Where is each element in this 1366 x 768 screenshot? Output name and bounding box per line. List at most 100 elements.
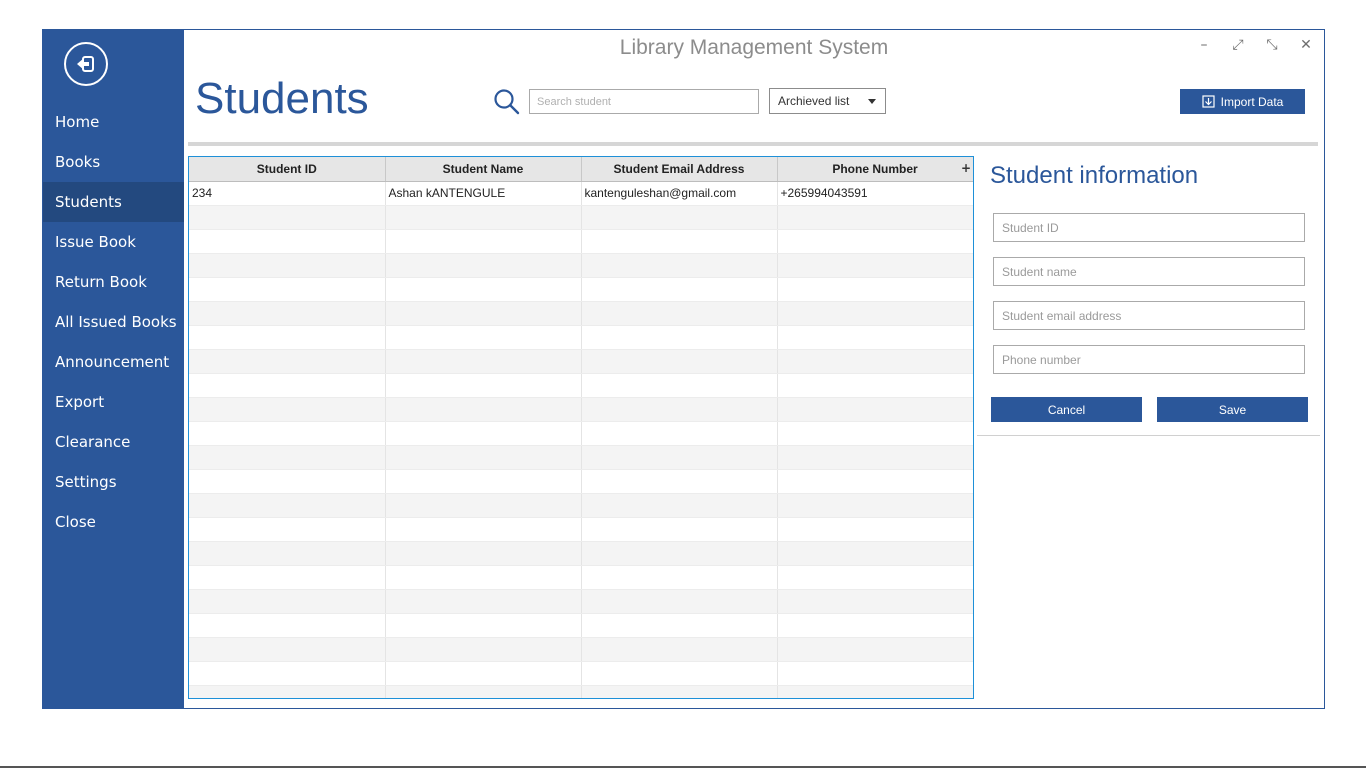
table-cell bbox=[385, 685, 582, 698]
table-cell bbox=[189, 229, 386, 254]
table-cell bbox=[385, 565, 582, 590]
table-row[interactable] bbox=[189, 517, 973, 542]
table-row[interactable] bbox=[189, 589, 973, 614]
table-cell bbox=[777, 229, 973, 254]
minimize-icon[interactable]: – bbox=[1196, 36, 1212, 54]
table-cell bbox=[189, 589, 386, 614]
table-row[interactable]: 234 Ashan kANTENGULE kantenguleshan@gmai… bbox=[189, 181, 973, 206]
student-email-field[interactable] bbox=[993, 301, 1305, 330]
sidebar-item-close[interactable]: Close bbox=[43, 502, 184, 542]
student-id-field[interactable] bbox=[993, 213, 1305, 242]
table-row[interactable] bbox=[189, 325, 973, 350]
table-row[interactable] bbox=[189, 565, 973, 590]
save-button[interactable]: Save bbox=[1157, 397, 1308, 422]
table-cell bbox=[581, 325, 778, 350]
table-row[interactable] bbox=[189, 469, 973, 494]
sidebar-nav: Home Books Students Issue Book Return Bo… bbox=[43, 102, 184, 542]
table-cell bbox=[581, 421, 778, 446]
table-row[interactable] bbox=[189, 397, 973, 422]
table-cell bbox=[777, 637, 973, 662]
table-row[interactable] bbox=[189, 445, 973, 470]
table-cell bbox=[189, 253, 386, 278]
expand-icon[interactable]: ⤢ bbox=[1230, 36, 1246, 54]
table-cell bbox=[385, 421, 582, 446]
column-header-phone[interactable]: Phone Number bbox=[777, 157, 973, 182]
sidebar-item-students[interactable]: Students bbox=[43, 182, 184, 222]
table-row[interactable] bbox=[189, 493, 973, 518]
students-table[interactable]: Student ID Student Name Student Email Ad… bbox=[188, 156, 974, 699]
sidebar-item-settings[interactable]: Settings bbox=[43, 462, 184, 502]
table-cell bbox=[777, 253, 973, 278]
table-cell bbox=[385, 517, 582, 542]
table-cell bbox=[777, 277, 973, 302]
sidebar-item-issue-book[interactable]: Issue Book bbox=[43, 222, 184, 262]
table-cell bbox=[581, 373, 778, 398]
table-cell bbox=[777, 349, 973, 374]
cancel-button[interactable]: Cancel bbox=[991, 397, 1142, 422]
table-cell bbox=[581, 445, 778, 470]
sidebar-item-export[interactable]: Export bbox=[43, 382, 184, 422]
table-cell bbox=[385, 373, 582, 398]
table-row[interactable] bbox=[189, 277, 973, 302]
table-header-row: Student ID Student Name Student Email Ad… bbox=[189, 157, 973, 182]
table-cell bbox=[189, 397, 386, 422]
table-cell bbox=[189, 637, 386, 662]
table-cell bbox=[385, 637, 582, 662]
search-icon[interactable] bbox=[493, 88, 521, 116]
column-header-student-id[interactable]: Student ID bbox=[189, 157, 386, 182]
search-input[interactable] bbox=[529, 89, 759, 114]
download-icon bbox=[1202, 95, 1215, 108]
table-body: 234 Ashan kANTENGULE kantenguleshan@gmai… bbox=[189, 181, 973, 698]
table-row[interactable] bbox=[189, 373, 973, 398]
table-cell bbox=[189, 349, 386, 374]
import-data-button[interactable]: Import Data bbox=[1180, 89, 1305, 114]
column-header-student-name[interactable]: Student Name bbox=[385, 157, 582, 182]
phone-number-field[interactable] bbox=[993, 345, 1305, 374]
table-cell bbox=[189, 613, 386, 638]
table-row[interactable] bbox=[189, 205, 973, 230]
add-column-icon[interactable]: + bbox=[961, 161, 971, 175]
table-row[interactable] bbox=[189, 685, 973, 698]
table-cell bbox=[385, 253, 582, 278]
table-row[interactable] bbox=[189, 637, 973, 662]
table-cell bbox=[581, 517, 778, 542]
table-cell bbox=[777, 301, 973, 326]
table-cell bbox=[581, 493, 778, 518]
table-cell bbox=[385, 229, 582, 254]
table-cell bbox=[385, 277, 582, 302]
table-row[interactable] bbox=[189, 253, 973, 278]
table-cell bbox=[581, 349, 778, 374]
archive-filter-dropdown[interactable]: Archieved list bbox=[769, 88, 886, 114]
sidebar-item-announcement[interactable]: Announcement bbox=[43, 342, 184, 382]
table-cell bbox=[189, 685, 386, 698]
table-row[interactable] bbox=[189, 349, 973, 374]
sidebar-item-books[interactable]: Books bbox=[43, 142, 184, 182]
sidebar-item-clearance[interactable]: Clearance bbox=[43, 422, 184, 462]
table-cell bbox=[581, 541, 778, 566]
table-cell bbox=[581, 637, 778, 662]
app-window: Home Books Students Issue Book Return Bo… bbox=[42, 29, 1325, 709]
table-row[interactable] bbox=[189, 229, 973, 254]
close-icon[interactable]: ✕ bbox=[1298, 36, 1314, 54]
table-cell bbox=[777, 397, 973, 422]
table-row[interactable] bbox=[189, 541, 973, 566]
sidebar-item-home[interactable]: Home bbox=[43, 102, 184, 142]
table-cell bbox=[777, 373, 973, 398]
sidebar-item-return-book[interactable]: Return Book bbox=[43, 262, 184, 302]
table-cell bbox=[777, 205, 973, 230]
back-button[interactable] bbox=[64, 42, 108, 86]
sidebar-item-all-issued-books[interactable]: All Issued Books bbox=[43, 302, 184, 342]
table-row[interactable] bbox=[189, 421, 973, 446]
table-row[interactable] bbox=[189, 661, 973, 686]
table-row[interactable] bbox=[189, 301, 973, 326]
table-cell bbox=[777, 445, 973, 470]
table-row[interactable] bbox=[189, 613, 973, 638]
student-name-field[interactable] bbox=[993, 257, 1305, 286]
column-header-email[interactable]: Student Email Address bbox=[581, 157, 778, 182]
restore-icon[interactable]: ⤡ bbox=[1264, 36, 1280, 54]
table-cell bbox=[581, 469, 778, 494]
table-cell bbox=[189, 541, 386, 566]
table-cell bbox=[581, 661, 778, 686]
table-cell bbox=[189, 301, 386, 326]
window-title: Library Management System bbox=[619, 36, 889, 59]
